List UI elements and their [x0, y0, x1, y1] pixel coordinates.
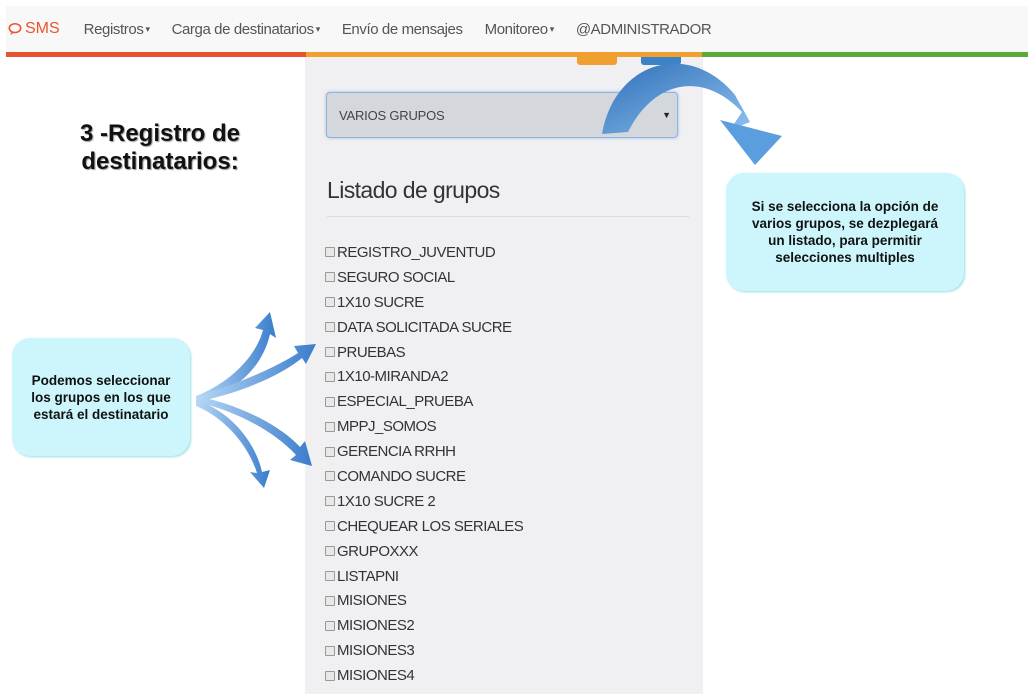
- brand-label: SMS: [25, 20, 60, 37]
- group-checkbox[interactable]: [325, 670, 335, 681]
- group-item[interactable]: MPPJ_SOMOS: [325, 414, 523, 439]
- arrow-upper-icon: [196, 344, 316, 402]
- group-label: 1X10-MIRANDA2: [337, 368, 449, 386]
- annotation-title: 3 -Registro de destinatarios:: [60, 120, 260, 176]
- group-checkbox[interactable]: [325, 322, 335, 333]
- group-list: REGISTRO_JUVENTUD SEGURO SOCIAL 1X10 SUCRE…: [325, 240, 524, 688]
- chat-bubble-icon: [8, 22, 22, 36]
- group-item[interactable]: GRUPOXXX: [325, 539, 523, 564]
- nav-user[interactable]: @ADMINISTRADOR: [575, 20, 712, 38]
- nav-envio-label: Envío de mensajes: [341, 20, 463, 38]
- group-checkbox[interactable]: [325, 521, 335, 532]
- arrow-down-icon: [196, 400, 270, 488]
- caret-down-icon: ▾: [145, 24, 150, 35]
- group-label: MISIONES4: [337, 667, 415, 685]
- group-label: MISIONES: [337, 592, 407, 610]
- group-label: 1X10 SUCRE 2: [337, 492, 436, 510]
- group-checkbox[interactable]: [325, 297, 335, 308]
- group-item[interactable]: COMANDO SUCRE: [325, 464, 523, 489]
- group-item[interactable]: ESPECIAL_PRUEBA: [325, 389, 523, 414]
- group-item[interactable]: 1X10 SUCRE: [325, 290, 523, 315]
- group-type-select[interactable]: VARIOS GRUPOS ▼: [326, 92, 678, 138]
- group-checkbox[interactable]: [325, 421, 335, 432]
- nav-envio-mensajes[interactable]: Envío de mensajes: [342, 21, 463, 38]
- group-item[interactable]: MISIONES2: [325, 613, 523, 638]
- group-checkbox[interactable]: [325, 645, 335, 656]
- group-item[interactable]: GERENCIA RRHH: [325, 439, 523, 464]
- group-checkbox[interactable]: [325, 595, 335, 606]
- group-checkbox[interactable]: [325, 471, 335, 482]
- blue-button[interactable]: [641, 57, 681, 65]
- group-checkbox[interactable]: [325, 496, 335, 507]
- group-label: MISIONES2: [337, 617, 415, 635]
- annotation-bubble-left: Podemos seleccionar los grupos en los qu…: [12, 338, 190, 456]
- annotation-bubble-right: Si se selecciona la opción de varios gru…: [726, 173, 964, 291]
- group-checkbox[interactable]: [325, 371, 335, 382]
- group-label: LISTAPNI: [337, 567, 399, 585]
- color-bar-red: [6, 52, 306, 57]
- group-checkbox[interactable]: [325, 446, 335, 457]
- arrow-lower-icon: [196, 396, 312, 466]
- group-checkbox[interactable]: [325, 546, 335, 557]
- navbar: SMS Registros ▾ Carga de destinatarios ▾ E…: [6, 6, 1028, 53]
- group-label: ESPECIAL_PRUEBA: [337, 393, 473, 411]
- annotation-right-text: Si se selecciona la opción de varios gru…: [751, 199, 939, 265]
- nav-monitoreo[interactable]: Monitoreo ▾: [484, 20, 555, 38]
- group-item[interactable]: REGISTRO_JUVENTUD: [325, 240, 523, 265]
- group-item[interactable]: MISIONES4: [325, 663, 523, 688]
- group-item[interactable]: LISTAPNI: [325, 564, 523, 589]
- orange-button[interactable]: [577, 57, 617, 65]
- group-item[interactable]: PRUEBAS: [325, 340, 523, 365]
- annotation-left-text: Podemos seleccionar los grupos en los qu…: [31, 372, 171, 422]
- group-checkbox[interactable]: [325, 571, 335, 582]
- select-value: VARIOS GRUPOS: [339, 107, 445, 123]
- annotation-title-line1: 3 -Registro de: [79, 120, 241, 147]
- group-label: SEGURO SOCIAL: [337, 268, 455, 286]
- nav-carga-label: Carga de destinatarios: [171, 20, 315, 38]
- group-label: MISIONES3: [337, 642, 415, 660]
- group-label: REGISTRO_JUVENTUD: [337, 243, 496, 261]
- nav-user-label: @ADMINISTRADOR: [575, 20, 712, 38]
- group-label: GRUPOXXX: [337, 542, 419, 560]
- group-label: PRUEBAS: [337, 343, 406, 361]
- group-label: GERENCIA RRHH: [337, 443, 456, 461]
- dropdown-arrow-icon: ▼: [662, 110, 671, 120]
- group-item[interactable]: DATA SOLICITADA SUCRE: [325, 315, 523, 340]
- group-label: MPPJ_SOMOS: [337, 418, 437, 436]
- nav-registros-label: Registros: [83, 20, 144, 38]
- nav-carga-destinatarios[interactable]: Carga de destinatarios ▾: [171, 20, 321, 38]
- caret-down-icon: ▾: [549, 24, 555, 35]
- brand-link[interactable]: SMS: [8, 20, 60, 38]
- group-label: 1X10 SUCRE: [337, 293, 424, 311]
- arrow-up-icon: [196, 312, 276, 402]
- group-item[interactable]: 1X10-MIRANDA2: [325, 364, 523, 389]
- nav-registros[interactable]: Registros ▾: [84, 21, 150, 38]
- caret-down-icon: ▾: [315, 24, 321, 35]
- group-checkbox[interactable]: [325, 347, 335, 357]
- group-item[interactable]: SEGURO SOCIAL: [325, 265, 523, 290]
- group-item[interactable]: MISIONES: [325, 588, 523, 613]
- group-label: DATA SOLICITADA SUCRE: [337, 318, 512, 336]
- group-checkbox[interactable]: [325, 247, 335, 258]
- group-label: CHEQUEAR LOS SERIALES: [337, 517, 524, 535]
- list-title: Listado de grupos: [327, 177, 500, 203]
- group-checkbox[interactable]: [325, 396, 335, 407]
- curved-arrow-head-icon: [720, 120, 782, 165]
- group-item[interactable]: 1X10 SUCRE 2: [325, 489, 523, 514]
- annotation-title-line2: destinatarios:: [81, 148, 239, 175]
- nav-monitoreo-label: Monitoreo: [484, 20, 549, 38]
- divider: [327, 216, 689, 217]
- group-checkbox[interactable]: [325, 620, 335, 631]
- group-label: COMANDO SUCRE: [337, 467, 466, 485]
- form-panel: VARIOS GRUPOS ▼ Listado de grupos REGIST…: [305, 57, 703, 694]
- group-checkbox[interactable]: [325, 272, 335, 283]
- group-item[interactable]: CHEQUEAR LOS SERIALES: [325, 514, 524, 539]
- group-item[interactable]: MISIONES3: [325, 638, 523, 663]
- color-bar-green: [702, 52, 1028, 57]
